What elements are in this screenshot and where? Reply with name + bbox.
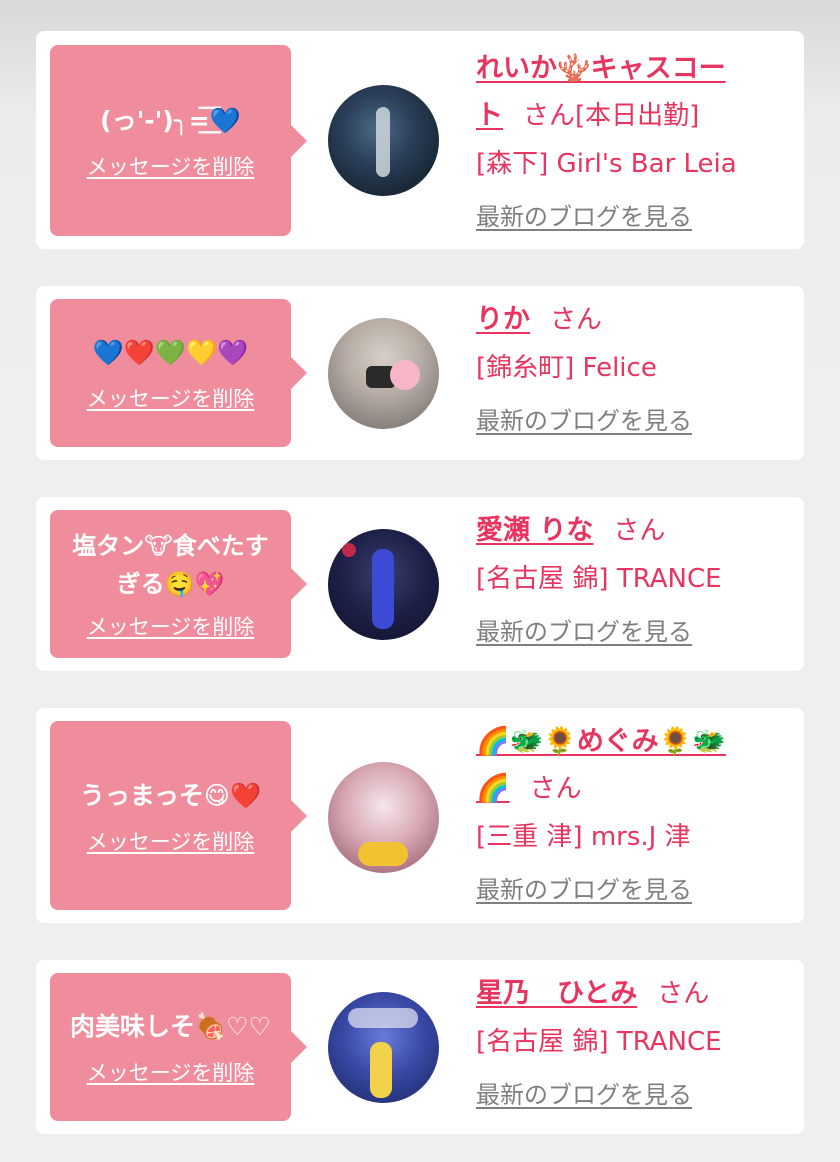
shop-name: [名古屋 錦] TRANCE [476,564,722,594]
cast-info: りか さん [錦糸町] Felice 最新のブログを見る [476,298,796,436]
message-card: 💙❤️💚💛💜 メッセージを削除 りか さん [錦糸町] Felice 最新のブログ… [36,286,804,460]
latest-blog-link[interactable]: 最新のブログを見る [476,197,796,232]
delete-message-link[interactable]: メッセージを削除 [87,1057,255,1087]
latest-blog-link[interactable]: 最新のブログを見る [476,1075,796,1110]
latest-blog-link[interactable]: 最新のブログを見る [476,401,796,436]
avatar[interactable] [328,318,439,429]
message-card: 肉美味しそ🍖♡♡ メッセージを削除 星乃 ひとみ さん [名古屋 錦] TRANC… [36,960,804,1134]
avatar-roses [342,543,356,557]
cast-info: 愛瀬 りな さん [名古屋 錦] TRANCE 最新のブログを見る [476,509,796,647]
delete-message-link[interactable]: メッセージを削除 [87,151,255,181]
message-text: うっまっそ😋❤️ [79,780,262,810]
avatar[interactable] [328,992,439,1103]
avatar-figure [370,1042,392,1098]
avatar-balloons [348,1008,418,1028]
cast-name-link-cont[interactable]: ト [476,100,503,131]
message-card: (っ'-')╮=͟͟͞͞💙 メッセージを削除 れいか🪸キャスコー トさん[本日出… [36,31,804,249]
san-label: さん [550,305,603,335]
message-text: 肉美味しそ🍖♡♡ [70,1012,271,1041]
cast-name-link[interactable]: 星乃 ひとみ [476,978,637,1009]
san-label: さん [523,101,576,131]
shop-name: [三重 津] mrs.J 津 [476,822,691,852]
latest-blog-link[interactable]: 最新のブログを見る [476,870,796,905]
message-card: うっまっそ😋❤️ メッセージを削除 🌈🐲🌻めぐみ🌻🐲 🌈 さん [三重 津] mr… [36,708,804,923]
avatar[interactable] [328,762,439,873]
cast-name-link[interactable]: れいか🪸キャスコー [476,53,726,84]
cast-name-link[interactable]: 愛瀬 りな [476,515,593,546]
avatar[interactable] [328,529,439,640]
shop-name: [名古屋 錦] TRANCE [476,1027,722,1057]
message-card: 塩タン🐮食べたす ぎる🤤💖 メッセージを削除 愛瀬 りな さん [名古屋 錦] T… [36,497,804,671]
avatar-sticker [390,360,420,390]
message-bubble: 💙❤️💚💛💜 メッセージを削除 [50,299,307,447]
message-bubble: 塩タン🐮食べたす ぎる🤤💖 メッセージを削除 [50,510,307,658]
cast-name-link-cont[interactable]: 🌈 [476,773,510,804]
work-status: [本日出勤] [575,101,700,131]
cast-info: 星乃 ひとみ さん [名古屋 錦] TRANCE 最新のブログを見る [476,972,796,1110]
cast-info: 🌈🐲🌻めぐみ🌻🐲 🌈 さん [三重 津] mrs.J 津 最新のブログを見る [476,720,796,905]
cast-name-link[interactable]: 🌈🐲🌻めぐみ🌻🐲 [476,726,726,757]
shop-name: [錦糸町] Felice [476,353,657,383]
delete-message-link[interactable]: メッセージを削除 [87,611,255,641]
san-label: さん [657,979,710,1009]
message-bubble: (っ'-')╮=͟͟͞͞💙 メッセージを削除 [50,45,307,236]
delete-message-link[interactable]: メッセージを削除 [87,826,255,856]
message-bubble: 肉美味しそ🍖♡♡ メッセージを削除 [50,973,307,1121]
cast-name-link[interactable]: りか [476,304,530,335]
avatar[interactable] [328,85,439,196]
latest-blog-link[interactable]: 最新のブログを見る [476,612,796,647]
avatar-figure [376,107,390,177]
message-text: 💙❤️💚💛💜 [92,338,249,367]
message-text-line2: ぎる🤤💖 [116,570,225,598]
message-text-line1: 塩タン🐮食べたす [72,532,269,560]
san-label: さん [529,774,582,804]
delete-message-link[interactable]: メッセージを削除 [87,383,255,413]
san-label: さん [613,516,666,546]
avatar-figure [372,549,394,629]
message-text: (っ'-')╮=͟͟͞͞💙 [100,105,241,135]
message-bubble: うっまっそ😋❤️ メッセージを削除 [50,721,307,910]
avatar-flowers [358,842,408,866]
shop-name: [森下] Girl's Bar Leia [476,149,737,179]
cast-info: れいか🪸キャスコー トさん[本日出勤] [森下] Girl's Bar Leia… [476,47,796,232]
